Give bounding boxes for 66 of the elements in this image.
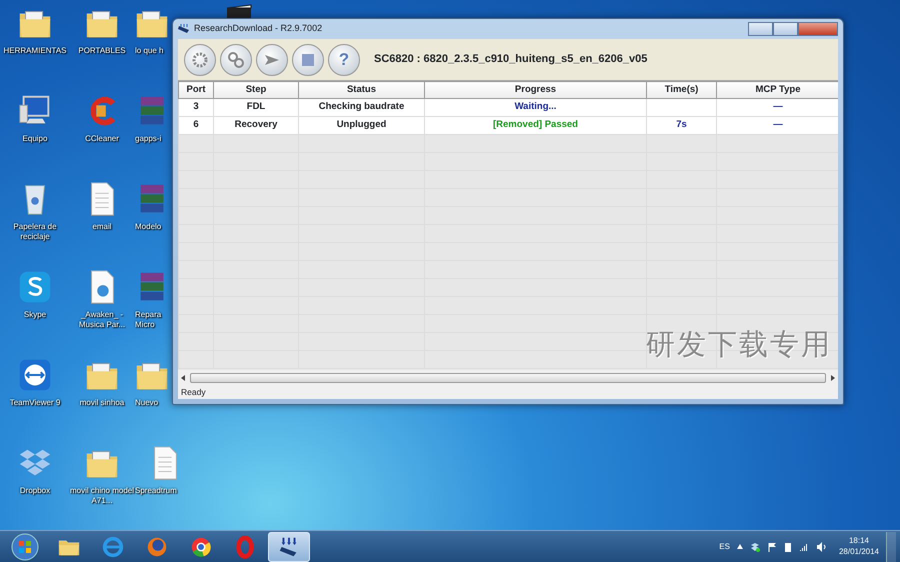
column-header[interactable]: Status	[298, 82, 424, 98]
time-cell: 7s	[676, 119, 687, 130]
port-cell: 6	[193, 119, 199, 130]
taskbar-app-button[interactable]	[268, 532, 310, 562]
desktop-icon-label[interactable]: Papelera de reciclaje	[2, 222, 68, 242]
maximize-button[interactable]	[773, 22, 798, 36]
desktop-icon-label[interactable]: movil chino model A71...	[69, 486, 135, 506]
browser-e-icon	[101, 534, 125, 558]
desktop-icon-label[interactable]: TeamViewer 9	[10, 398, 60, 408]
desktop-icon-label[interactable]: gapps-i	[135, 134, 162, 144]
status-cell: Unplugged	[336, 119, 386, 130]
desktop-icon-label[interactable]: movil sinhoa	[80, 398, 124, 408]
desktop-icon-label[interactable]: Dropbox	[20, 486, 50, 496]
background-text: 研发下载专用	[646, 328, 832, 362]
clock-time[interactable]: 18:14	[848, 536, 869, 546]
speaker-icon[interactable]	[816, 542, 826, 552]
column-header[interactable]: Port	[178, 82, 214, 98]
show-desktop-button[interactable]	[886, 532, 896, 562]
firmware-label: SC6820 : 6820_2.3.5_c910_huiteng_s5_en_6206_v05	[374, 52, 648, 68]
desktop-icon-label[interactable]: Modelo	[135, 222, 162, 232]
mcp-type-cell: —	[773, 101, 783, 112]
desktop-icon-label[interactable]: Skype	[24, 310, 46, 320]
column-header[interactable]: Time(s)	[646, 82, 716, 98]
column-header[interactable]: Step	[214, 82, 298, 98]
column-header[interactable]: Progress	[424, 82, 646, 98]
scrollbar-thumb[interactable]	[190, 372, 826, 382]
scroll-right-icon[interactable]	[830, 374, 835, 380]
app-icon	[178, 23, 190, 35]
column-header[interactable]: MCP Type	[716, 82, 838, 98]
flag-icon[interactable]	[766, 542, 777, 552]
progress-cell: [Removed] Passed	[492, 119, 578, 130]
language-indicator[interactable]: ES	[719, 540, 730, 552]
desktop-icon-label[interactable]: _Awaken_ - Musica Par...	[69, 310, 135, 330]
desktop-icon-label[interactable]: Repara Micro	[135, 310, 169, 330]
stop-button[interactable]	[292, 44, 324, 76]
step-cell: Recovery	[234, 119, 278, 130]
gears-icon	[226, 50, 246, 70]
desktop-icon-label[interactable]: Nuevo	[135, 398, 158, 408]
port-cell: 3	[193, 101, 199, 112]
gears-button[interactable]	[220, 44, 252, 76]
battery-icon[interactable]	[784, 542, 792, 552]
clock-date[interactable]: 28/01/2014	[838, 546, 879, 557]
close-button[interactable]	[798, 22, 838, 36]
desktop-icon-label[interactable]: CCleaner	[85, 134, 119, 144]
status-cell: Checking baudrate	[318, 101, 404, 112]
desktop-icon-label[interactable]: HERRAMIENTAS	[4, 46, 66, 56]
mcp-type-cell: —	[773, 119, 783, 130]
gear-icon	[190, 50, 210, 70]
play-arrow-button[interactable]	[256, 44, 288, 76]
status-text: Ready	[181, 386, 206, 398]
minimize-button[interactable]	[748, 22, 773, 36]
horizontal-scrollbar[interactable]	[178, 370, 838, 385]
window-title: ResearchDownload - R2.9.7002	[194, 22, 322, 36]
desktop-icon-label[interactable]: lo que h	[135, 46, 164, 56]
desktop-icon-label[interactable]: Equipo	[22, 134, 48, 144]
show-hidden-icons-icon[interactable]	[736, 544, 743, 549]
scroll-left-icon[interactable]	[181, 374, 186, 380]
clapperboard-icon[interactable]	[226, 4, 252, 18]
desktop-icon-label[interactable]: email	[92, 222, 112, 232]
progress-cell: Waiting...	[514, 101, 556, 112]
step-cell: FDL	[246, 101, 266, 112]
gear-button[interactable]	[184, 44, 216, 76]
help-button[interactable]: ?	[328, 44, 360, 76]
sync-box-icon[interactable]	[750, 542, 760, 552]
signal-bars-icon[interactable]	[798, 542, 809, 551]
desktop-icon-label[interactable]: PORTABLES	[78, 46, 126, 56]
